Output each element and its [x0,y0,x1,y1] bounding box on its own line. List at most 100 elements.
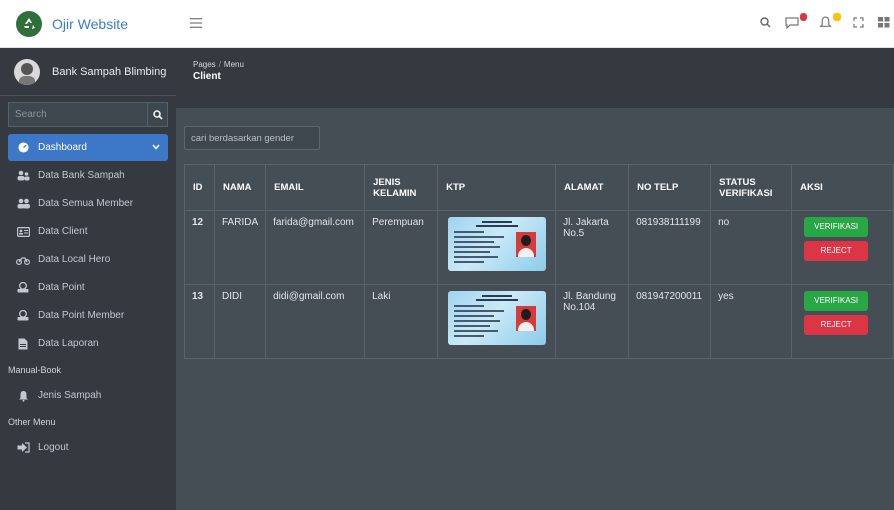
header-line: KELAMIN [373,187,417,199]
nav-header-manual-book: Manual-Book [8,365,62,375]
sidebar-item-label: Data Bank Sampah [38,170,125,181]
logout-icon [16,442,30,454]
client-table: ID NAMA EMAIL JENIS KELAMIN KTP ALAMAT NO… [184,164,894,359]
verify-button[interactable]: VERIFIKASI [804,217,869,237]
sidebar-item-label: Data Laporan [38,338,99,349]
hamburger-menu-icon[interactable] [190,15,202,33]
file-icon [16,338,30,350]
id-card-icon [16,226,30,238]
search-icon[interactable] [760,15,771,33]
cell-gender: Laki [364,284,439,359]
cell-telp: 081938111199 [628,210,712,285]
sidebar-item-label: Jenis Sampah [38,390,102,401]
verify-button[interactable]: VERIFIKASI [804,291,869,311]
sidebar-item-data-client[interactable]: Data Client [8,218,168,245]
column-header-jenis-kelamin: JENIS KELAMIN [364,164,439,211]
header-line: VERIFIKASI [719,187,773,199]
cell-status: yes [710,284,793,359]
sidebar-search [8,102,168,127]
cell-ktp [437,210,557,285]
sidebar-item-label: Data Semua Member [38,198,134,209]
cell-nama: FARIDA [213,210,267,285]
sidebar-item-dashboard[interactable]: Dashboard [8,134,168,161]
sidebar-item-logout[interactable]: Logout [8,434,168,461]
sidebar-item-jenis-sampah[interactable]: Jenis Sampah [8,382,168,409]
sidebar-item-data-point[interactable]: Data Point [8,274,168,301]
grid-icon[interactable] [878,15,890,33]
column-header-id: ID [184,164,215,211]
cell-status: no [710,210,793,285]
topbar-actions [760,12,894,33]
cell-id: 12 [184,210,215,285]
page-title: Client [193,71,221,82]
user-name: Bank Sampah Blimbing [52,65,167,78]
users-icon [16,198,30,210]
address-line: No.5 [563,228,585,239]
coin-icon [16,282,30,294]
motorcycle-icon [16,254,30,266]
sidebar-item-data-laporan[interactable]: Data Laporan [8,330,168,357]
column-header-ktp: KTP [437,164,557,211]
cell-telp: 081947200011 [628,284,712,359]
breadcrumb: Pages / Menu [193,60,894,69]
content-header: Pages / Menu Client [176,48,894,108]
brand-link[interactable]: Ojir Website [0,0,176,48]
header-line: JENIS [373,176,401,188]
header-line: STATUS [719,176,756,188]
avatar [14,58,40,85]
column-header-alamat: ALAMAT [555,164,630,211]
notifications-badge [833,12,841,21]
column-header-nama: NAMA [213,164,267,211]
sidebar: Ojir Website Bank Sampah Blimbing Dashbo… [0,0,176,510]
sidebar-item-data-semua-member[interactable]: Data Semua Member [8,190,168,217]
notifications-button[interactable] [819,12,841,32]
breadcrumb-current: Menu [223,60,244,69]
cell-nama: DIDI [213,284,267,359]
bell-icon [16,390,30,402]
bell-icon [819,15,832,27]
breadcrumb-separator: / [218,60,221,69]
chat-icon [785,16,799,29]
table-row: 12 FARIDA farida@gmail.com Perempuan Jl.… [184,210,894,285]
cell-aksi: VERIFIKASI REJECT [791,210,894,285]
reject-button[interactable]: REJECT [804,241,869,261]
gender-filter-input[interactable]: cari berdasarkan gender [184,126,320,150]
nav-header-other-menu: Other Menu [8,417,56,427]
cell-alamat: Jl. Jakarta No.5 [555,210,630,285]
sidebar-item-data-bank-sampah[interactable]: Data Bank Sampah [8,162,168,189]
coin-icon [16,310,30,322]
address-line: Jl. Bandung [563,291,616,302]
cell-ktp [437,284,557,359]
sidebar-item-label: Data Client [38,226,88,237]
topbar [176,0,894,48]
sidebar-item-label: Dashboard [38,142,87,153]
main-content: cari berdasarkan gender ID NAMA EMAIL JE… [176,108,894,510]
cell-id: 13 [184,284,215,359]
column-header-no-telp: NO TELP [628,164,712,211]
sidebar-item-label: Data Point [38,282,85,293]
column-header-email: EMAIL [265,164,366,211]
reject-button[interactable]: REJECT [804,315,869,335]
messages-badge [800,12,807,21]
sidebar-nav: Dashboard Data Bank Sampah Data Semua Me… [8,134,168,462]
user-panel[interactable]: Bank Sampah Blimbing [0,48,176,96]
fullscreen-icon[interactable] [853,15,864,33]
column-header-status-verifikasi: STATUS VERIFIKASI [710,164,793,211]
search-button[interactable] [147,102,168,127]
ktp-image[interactable] [448,217,547,271]
chevron-down-icon [152,142,160,153]
address-line: Jl. Jakarta [563,217,609,228]
cell-alamat: Jl. Bandung No.104 [555,284,630,359]
recycle-logo-icon [16,10,42,37]
cell-aksi: VERIFIKASI REJECT [791,284,894,359]
sidebar-item-data-point-member[interactable]: Data Point Member [8,302,168,329]
sidebar-item-data-local-hero[interactable]: Data Local Hero [8,246,168,273]
table-row: 13 DIDI didi@gmail.com Laki Jl. Bandung … [184,284,894,359]
search-input[interactable] [8,102,147,127]
cell-gender: Perempuan [364,210,439,285]
address-line: No.104 [563,302,596,313]
messages-button[interactable] [785,12,807,32]
ktp-image[interactable] [448,291,547,345]
breadcrumb-root[interactable]: Pages [193,60,216,69]
sidebar-item-label: Data Point Member [38,310,125,321]
